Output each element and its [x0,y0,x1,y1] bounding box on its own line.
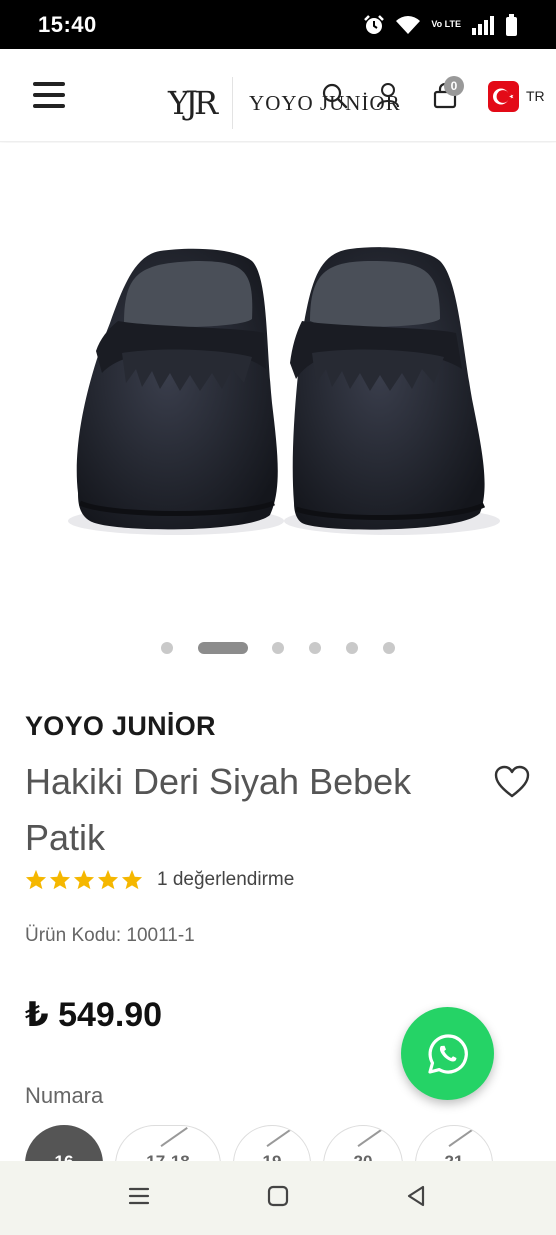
recent-apps-icon[interactable] [128,1185,150,1207]
reviews-link[interactable]: 1 değerlendirme [157,869,294,891]
star-icon [121,869,143,890]
size-option-19[interactable]: 19 [233,1125,311,1161]
logo-divider [232,77,234,129]
size-option-label: 21 [445,1152,464,1161]
star-icon [49,869,71,890]
back-icon[interactable] [405,1185,427,1207]
unavailable-strike [160,1126,188,1147]
status-icons: Vo LTE [363,13,518,36]
product-price: ₺ 549.90 [25,996,163,1034]
size-option-label: 20 [354,1152,373,1161]
site-logo[interactable]: YJR YOYO JUNİOR [168,77,401,129]
heart-icon[interactable] [494,765,530,799]
size-option-16[interactable]: 16 [25,1125,103,1161]
carousel-dot-6[interactable] [383,642,395,654]
whatsapp-button[interactable] [401,1007,494,1100]
product-title: Hakiki Deri Siyah Bebek Patik [25,761,412,858]
unavailable-strike [448,1126,476,1147]
wifi-icon [396,15,421,34]
battery-icon [506,13,517,36]
unavailable-strike [357,1126,385,1147]
status-bar: 15:40 Vo LTE [0,0,556,49]
language-label[interactable]: TR [526,88,545,104]
alarm-icon [364,14,385,34]
rating-stars [25,869,143,890]
turkey-flag-icon[interactable] [488,81,519,112]
size-option-17-18[interactable]: 17-18 [115,1125,221,1161]
volte-indicator: Vo LTE [431,20,461,29]
size-option-label: 17-18 [146,1152,189,1161]
user-icon[interactable] [376,82,400,108]
status-time: 15:40 [38,11,97,37]
product-image[interactable] [0,143,556,613]
size-option-label: 19 [263,1152,282,1161]
volte-text: Vo LTE [431,19,461,29]
size-option-label: 16 [55,1152,74,1161]
size-option-21[interactable]: 21 [415,1125,493,1161]
system-navigation-bar [0,1161,556,1235]
size-option-20[interactable]: 20 [323,1125,403,1161]
home-icon[interactable] [267,1185,289,1207]
size-selector-label: Numara [25,1083,104,1108]
signal-icon [472,15,494,35]
carousel-dot-2-active[interactable] [198,642,248,654]
cart-count-badge: 0 [444,76,464,96]
product-brand[interactable]: YOYO JUNİOR [25,711,216,742]
search-icon[interactable] [322,83,348,109]
carousel-dot-4[interactable] [309,642,321,654]
product-sku: Ürün Kodu: 10011-1 [25,925,195,946]
carousel-dot-1[interactable] [161,642,173,654]
site-header: YJR YOYO JUNİOR 0 TR [0,49,556,142]
carousel-dot-5[interactable] [346,642,358,654]
star-icon [97,869,119,890]
star-icon [73,869,95,890]
unavailable-strike [266,1126,294,1147]
logo-mark: YJR [168,84,218,122]
star-icon [25,869,47,890]
hamburger-menu-icon[interactable] [33,82,65,110]
whatsapp-icon [427,1033,468,1074]
carousel-dot-3[interactable] [272,642,284,654]
size-selector: 16 17-18 19 20 21 [0,1125,556,1161]
carousel-indicator [0,641,556,655]
